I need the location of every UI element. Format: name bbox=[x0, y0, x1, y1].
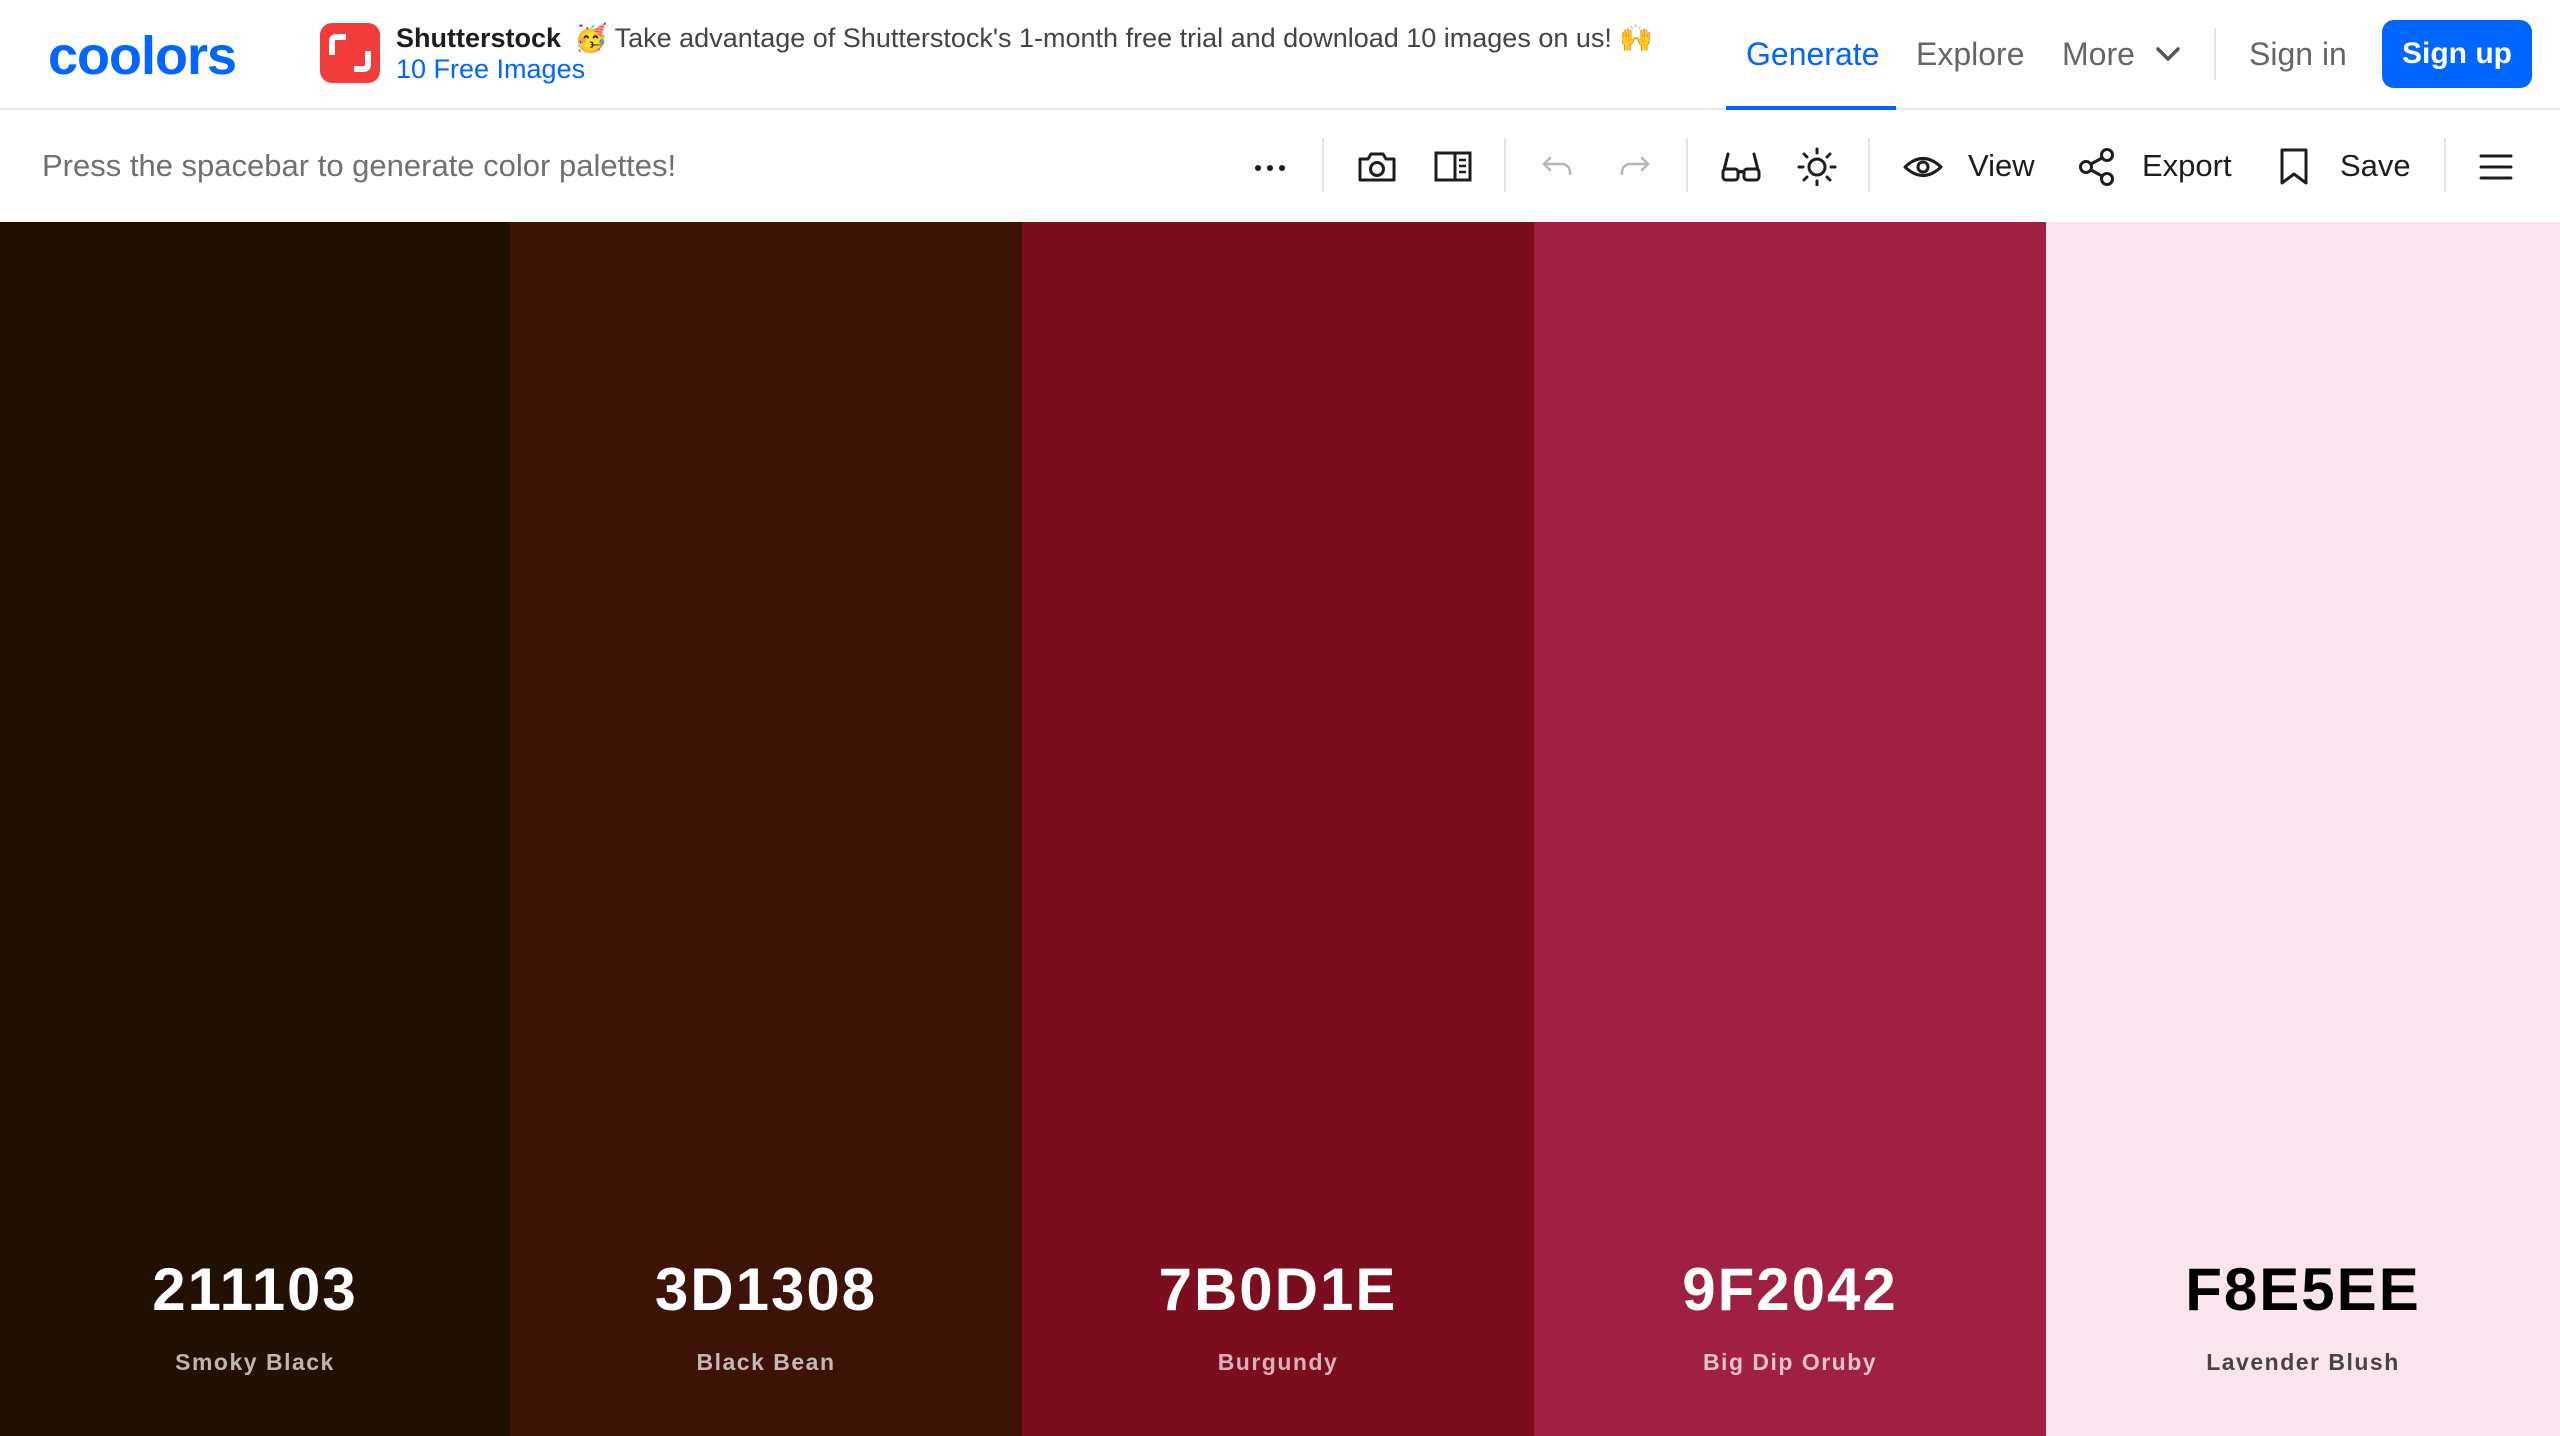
sign-in-link[interactable]: Sign in bbox=[2249, 34, 2347, 74]
color-hex-code[interactable]: 211103 bbox=[0, 1257, 510, 1323]
nav-more[interactable]: More bbox=[2062, 34, 2135, 74]
ad-brand-name[interactable]: Shutterstock bbox=[396, 22, 561, 54]
color-hex-code[interactable]: 9F2042 bbox=[1534, 1257, 2046, 1323]
color-swatch[interactable]: 9F2042 Big Dip Oruby bbox=[1534, 222, 2046, 1436]
top-navbar: coolors Shutterstock 🥳 Take advantage of… bbox=[0, 0, 2560, 110]
color-swatch[interactable]: 211103 Smoky Black bbox=[0, 222, 510, 1436]
toolbar-divider bbox=[1322, 138, 1324, 192]
view-button[interactable]: View bbox=[1968, 146, 2035, 186]
nav-divider bbox=[2214, 28, 2216, 80]
color-swatch[interactable]: F8E5EE Lavender Blush bbox=[2046, 222, 2560, 1436]
sidebar-panel-icon[interactable] bbox=[1432, 146, 1474, 186]
export-button[interactable]: Export bbox=[2142, 146, 2232, 186]
color-hex-code[interactable]: F8E5EE bbox=[2046, 1257, 2560, 1323]
nav-explore[interactable]: Explore bbox=[1916, 34, 2025, 74]
spacebar-hint: Press the spacebar to generate color pal… bbox=[42, 148, 677, 183]
glasses-icon[interactable] bbox=[1720, 146, 1762, 186]
color-swatch[interactable]: 7B0D1E Burgundy bbox=[1022, 222, 1534, 1436]
shutterstock-logo-icon[interactable] bbox=[320, 23, 380, 83]
color-name[interactable]: Lavender Blush bbox=[2046, 1347, 2560, 1377]
toolbar-divider bbox=[1868, 138, 1870, 192]
nav-generate[interactable]: Generate bbox=[1746, 34, 1879, 74]
color-name[interactable]: Black Bean bbox=[510, 1347, 1022, 1377]
hamburger-menu-icon[interactable] bbox=[2476, 146, 2516, 186]
color-hex-code[interactable]: 3D1308 bbox=[510, 1257, 1022, 1323]
bookmark-icon[interactable] bbox=[2276, 146, 2312, 186]
redo-icon[interactable] bbox=[1614, 146, 1654, 186]
ad-message: 🥳 Take advantage of Shutterstock's 1-mon… bbox=[574, 23, 1653, 53]
toolbar-divider bbox=[2444, 138, 2446, 192]
chevron-down-icon[interactable] bbox=[2154, 44, 2182, 64]
sign-up-button[interactable]: Sign up bbox=[2382, 20, 2532, 88]
palette-toolbar: Press the spacebar to generate color pal… bbox=[0, 110, 2560, 222]
color-swatch[interactable]: 3D1308 Black Bean bbox=[510, 222, 1022, 1436]
toolbar-divider bbox=[1686, 138, 1688, 192]
share-icon[interactable] bbox=[2076, 146, 2118, 186]
color-hex-code[interactable]: 7B0D1E bbox=[1022, 1257, 1534, 1323]
eye-icon[interactable] bbox=[1902, 146, 1944, 186]
ad-free-images-link[interactable]: 10 Free Images bbox=[396, 53, 585, 85]
coolors-logo[interactable]: coolors bbox=[48, 28, 237, 84]
save-button[interactable]: Save bbox=[2340, 146, 2411, 186]
color-name[interactable]: Burgundy bbox=[1022, 1347, 1534, 1377]
toolbar-divider bbox=[1504, 138, 1506, 192]
undo-icon[interactable] bbox=[1538, 146, 1578, 186]
color-name[interactable]: Smoky Black bbox=[0, 1347, 510, 1377]
brightness-icon[interactable] bbox=[1796, 146, 1838, 186]
color-palette: 211103 Smoky Black 3D1308 Black Bean 7B0… bbox=[0, 222, 2560, 1436]
more-options-icon[interactable] bbox=[1250, 146, 1290, 186]
color-name[interactable]: Big Dip Oruby bbox=[1534, 1347, 2046, 1377]
camera-icon[interactable] bbox=[1356, 146, 1398, 186]
